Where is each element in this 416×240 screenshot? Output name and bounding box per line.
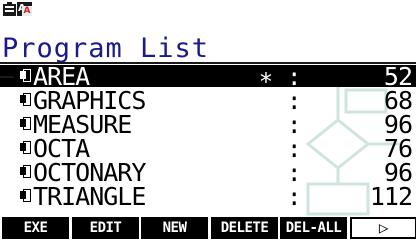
- alpha-input-icon: A A: [17, 2, 32, 16]
- list-item[interactable]: MEASURE:96: [0, 111, 416, 139]
- program-size: 112: [369, 182, 413, 211]
- next-menu-key[interactable]: ▷: [350, 217, 416, 239]
- list-item[interactable]: OCTA:76: [0, 135, 416, 163]
- program-file-icon: [20, 93, 31, 107]
- list-item[interactable]: GRAPHICS:68: [0, 87, 416, 115]
- list-item-selected[interactable]: AREA ∗:52: [0, 63, 416, 91]
- separator-colon: :: [287, 159, 302, 187]
- program-name: TRIANGLE: [33, 182, 146, 211]
- program-list: AREA ∗:52 GRAPHICS:68 MEASURE:96 OCTA:76 OCTO…: [0, 64, 416, 216]
- program-flag: ∗: [258, 63, 274, 91]
- program-file-icon: [20, 141, 31, 155]
- separator-colon: :: [287, 183, 302, 211]
- status-bar: A A: [0, 0, 416, 18]
- program-list-screen: A A Program List AREA∗:52GRAPHICS:68MEAS…: [0, 0, 416, 240]
- separator-colon: :: [287, 63, 302, 91]
- del-all-key[interactable]: DEL-ALL: [280, 217, 347, 239]
- battery-icon: [2, 2, 17, 16]
- function-key-bar: EXE EDIT NEW DELETE DEL-ALL ▷: [0, 216, 416, 240]
- list-item[interactable]: OCTONARY:96: [0, 159, 416, 187]
- separator-colon: :: [287, 135, 302, 163]
- separator-colon: :: [287, 111, 302, 139]
- program-file-icon: [20, 165, 31, 179]
- separator-colon: :: [287, 87, 302, 115]
- program-file-icon: [20, 69, 31, 83]
- exe-key[interactable]: EXE: [2, 217, 69, 239]
- page-title: Program List: [2, 33, 210, 64]
- program-file-icon: [20, 189, 31, 203]
- edit-key[interactable]: EDIT: [72, 217, 139, 239]
- selection-pointer: [0, 76, 14, 78]
- program-file-icon: [20, 117, 31, 131]
- list-item[interactable]: TRIANGLE: 112: [0, 182, 416, 211]
- delete-key[interactable]: DELETE: [211, 217, 278, 239]
- new-key[interactable]: NEW: [141, 217, 208, 239]
- input-mode-subtext: A: [22, 6, 32, 16]
